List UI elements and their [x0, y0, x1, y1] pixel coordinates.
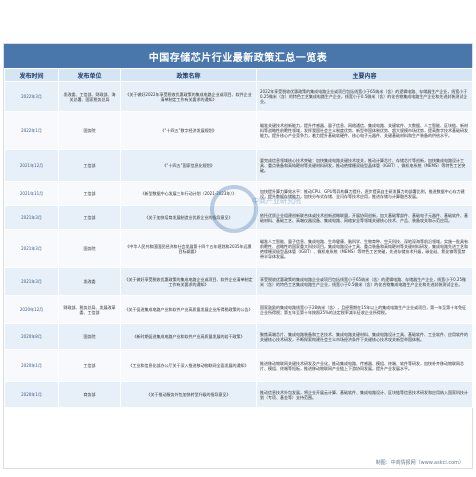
- table-row: 2021年12月 工信部 《“十四五”国家信息化规划》 要完成信息领域核心技术突破：加…: [4, 149, 473, 182]
- row-time: 2021年3月: [4, 267, 59, 296]
- table-row: 2022年1月 国务院 《“十四五”数字经济发展规划》 瞄准关键技术创新能力，提升传感…: [4, 111, 473, 150]
- row-policy: 《新时期促进集成电路产业和软件产业高质量发展的若干政策》: [120, 323, 257, 350]
- row-time: 2022年3月: [4, 81, 59, 112]
- table-row: 2020年8月 国务院 《新时期促进集成电路产业和软件产业高质量发展的若干政策》 聚焦…: [4, 323, 473, 350]
- table-row: 2021年11月 工信部 《新型数据中心发展三年行动计划（2021-2023年）》加…: [4, 181, 473, 206]
- row-policy: 《工业和信息化部办公厅关于深入推进移动物联网全面发展的通知》: [120, 349, 257, 382]
- row-time: 2021年3月: [4, 229, 59, 268]
- header-time: 发布时间: [4, 68, 59, 82]
- row-unit: 财政部、税务总局、发展改革委、工信部: [58, 295, 121, 324]
- row-content: 依托优质企业组建创新联合体或技术创新战略联盟，开展协同创新，加大基础零部件、基础…: [256, 205, 473, 230]
- row-policy: 《关于加快培育发展制造业优质企业的指导意见》: [120, 205, 257, 230]
- table-row: 2020年1月 工信部 《工业和信息化部办公厅关于深入推进移动物联网全面发展的通知》…: [4, 349, 473, 382]
- row-unit: 工信部: [58, 349, 121, 382]
- row-time: 2021年12月: [4, 149, 59, 182]
- row-content: 瞄准人工智能、量子信息、集成电路、生命健康、脑科学、生物育种、空天科技、深地深海…: [256, 229, 473, 268]
- row-content: 国家鼓励的集成电路线宽小于28纳米（含），且经营期在15年以上的集成电路生产企业…: [256, 295, 473, 324]
- policy-table: 发布时间 发布单位 政策名称 主要内容 2022年3月 发改委、工信部、财政部、海…: [4, 68, 473, 408]
- row-policy: 《关于做好享受税收优惠政策的集成电路企业或项目、软件企业清单制定工作有关要求的通…: [120, 267, 257, 296]
- header-content: 主要内容: [256, 68, 473, 82]
- policy-table-card: 中国存储芯片行业最新政策汇总一览表 发布时间 发布单位 政策名称 主要内容 20…: [3, 43, 473, 469]
- table-title: 中国存储芯片行业最新政策汇总一览表: [4, 44, 472, 68]
- row-content: 聚焦高端芯片、集成电路装备和工艺技术、集成电路关键材料、集成电路设计工具、基础软…: [256, 323, 473, 350]
- row-unit: 发改委、工信部、财政部、海关总署、国家税务总局: [58, 81, 121, 112]
- header-policy: 政策名称: [120, 68, 257, 82]
- table-row: 2020年12月 财政部、税务总局、发展改革委、工信部 《关于促进集成电路产业和软件…: [4, 295, 473, 324]
- row-content: 加快提升算力算效水平：推动CPU、GPU等异构算力提升，逐步提高自主研发算力的部…: [256, 181, 473, 206]
- table-row: 2021年3月 发改委 《关于做好享受税收优惠政策的集成电路企业或项目、软件企业清单…: [4, 267, 473, 296]
- row-unit: 国务院: [58, 229, 121, 268]
- row-unit: 发改委: [58, 267, 121, 296]
- row-time: 2022年1月: [4, 111, 59, 150]
- row-content: 2022年享受税收优惠政策的集成电路企业或项目包括线宽小于65纳米（含）的逻辑电…: [256, 81, 473, 112]
- table-row: 2021年3月 国务院 《中华人民共和国国民经济和社会发展第十四个五年规划和2035…: [4, 229, 473, 268]
- row-time: 2021年3月: [4, 205, 59, 230]
- row-content: 推动信息技术外包发展，将企业开展云计算、基础软件、集成电路设计、区块链等信息技术…: [256, 381, 473, 408]
- row-unit: 工信部: [58, 205, 121, 230]
- row-policy: 《新型数据中心发展三年行动计划（2021-2023年）》: [120, 181, 257, 206]
- row-unit: 工信部: [58, 149, 121, 182]
- table-header-row: 发布时间 发布单位 政策名称 主要内容: [4, 68, 473, 82]
- row-time: 2021年11月: [4, 181, 59, 206]
- row-unit: 国务院: [58, 111, 121, 150]
- row-time: 2020年1月: [4, 349, 59, 382]
- table-row: 2020年1月 商务部 《关于推动服务外包加快转型升级的指导意见》 推动信息技术外包发…: [4, 381, 473, 408]
- row-policy: 《关于促进集成电路产业和软件产业高质量发展企业所得税政策的公告》: [120, 295, 257, 324]
- row-time: 2020年1月: [4, 381, 59, 408]
- row-content: 要完成信息领域核心技术突破：加快集成电路关键技术攻关，推动计算芯片、存储芯片等创…: [256, 149, 473, 182]
- row-policy: 《“十四五”数字经济发展规划》: [120, 111, 257, 150]
- row-policy: 《“十四五”国家信息化规划》: [120, 149, 257, 182]
- row-time: 2020年12月: [4, 295, 59, 324]
- row-unit: 国务院: [58, 323, 121, 350]
- row-policy: 《中华人民共和国国民经济和社会发展第十四个五年规划和2035年远景目标纲要》: [120, 229, 257, 268]
- row-unit: 工信部: [58, 181, 121, 206]
- table-row: 2022年3月 发改委、工信部、财政部、海关总署、国家税务总局 《关于做好2022年…: [4, 81, 473, 112]
- row-content: 瞄准关键技术创新能力，提升传感器、量子信息、网络通信、集成电路、关键软件、大数据…: [256, 111, 473, 150]
- footer-credit: 制图：中商情报网（www.askci.com）: [375, 460, 464, 466]
- row-policy: 《关于做好2022年享受税收优惠政策的集成电路企业或项目、软件企业清单制定工作有…: [120, 81, 257, 112]
- row-policy: 《关于推动服务外包加快转型升级的指导意见》: [120, 381, 257, 408]
- table-row: 2021年3月 工信部 《关于加快培育发展制造业优质企业的指导意见》 依托优质企业组建…: [4, 205, 473, 230]
- row-content: 推进移动物联网关键技术研发及产业化，推动集成电路、传感器、模组、终端、软件等研发…: [256, 349, 473, 382]
- row-content: 享受税收优惠政策的集成电路企业或项目包括线宽小于65纳米（含）的逻辑电路、存储器…: [256, 267, 473, 296]
- row-time: 2020年8月: [4, 323, 59, 350]
- row-unit: 商务部: [58, 381, 121, 408]
- header-unit: 发布单位: [58, 68, 121, 82]
